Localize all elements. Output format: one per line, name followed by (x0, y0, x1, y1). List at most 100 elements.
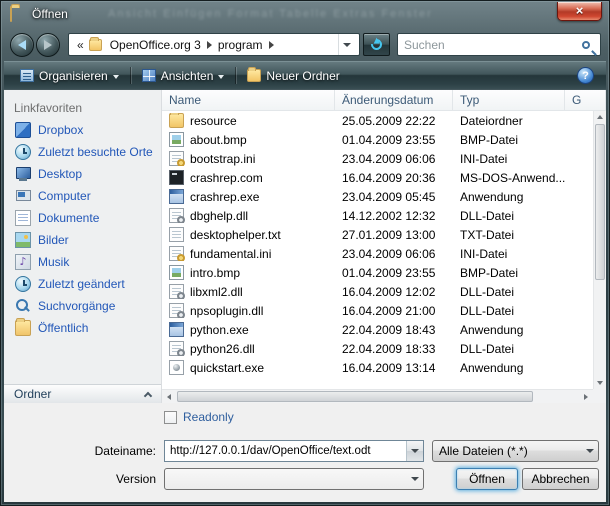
close-button[interactable]: × (557, 2, 602, 21)
breadcrumb-segment-openoffice[interactable]: OpenOffice.org 3 (105, 38, 206, 52)
sidebar-item-documents[interactable]: Dokumente (4, 207, 161, 229)
search-placeholder: Suchen (404, 38, 582, 52)
dll-file-icon (169, 303, 184, 318)
title-bar[interactable]: Öffnen Ansicht Einfügen Format Tabelle E… (0, 0, 610, 28)
table-row[interactable]: desktophelper.txt27.01.2009 13:00TXT-Dat… (162, 225, 593, 244)
cancel-button[interactable]: Abbrechen (522, 468, 599, 490)
table-row[interactable]: python.exe22.04.2009 18:43Anwendung (162, 320, 593, 339)
organize-label: Organisieren (39, 69, 108, 83)
toolbar-separator (235, 67, 236, 84)
scroll-down-button[interactable] (594, 377, 606, 389)
version-combobox[interactable] (164, 468, 424, 490)
help-button[interactable]: ? (577, 67, 594, 84)
file-name-cell[interactable]: dbghelp.dll (162, 208, 335, 223)
sidebar-item-recent-places[interactable]: Zuletzt besuchte Orte (4, 141, 161, 163)
sidebar-item-dropbox[interactable]: Dropbox (4, 119, 161, 141)
search-icon[interactable] (582, 41, 590, 49)
column-header-date[interactable]: Änderungsdatum (335, 90, 453, 110)
ini-file-icon (169, 246, 184, 261)
readonly-checkbox[interactable] (164, 411, 177, 424)
readonly-label[interactable]: Readonly (183, 410, 234, 424)
dll-file-icon (169, 208, 184, 223)
filename-combobox[interactable]: http://127.0.0.1/dav/OpenOffice/text.odt (164, 440, 424, 462)
filename-value[interactable]: http://127.0.0.1/dav/OpenOffice/text.odt (165, 445, 406, 457)
horizontal-scrollbar[interactable] (162, 389, 593, 403)
file-name-cell[interactable]: fundamental.ini (162, 246, 335, 261)
open-button[interactable]: Öffnen (456, 468, 518, 490)
folders-expander[interactable]: Ordner (4, 384, 161, 403)
search-input[interactable]: Suchen (397, 33, 601, 56)
sidebar-item-pictures[interactable]: Bilder (4, 229, 161, 251)
refresh-button[interactable] (363, 33, 390, 56)
horizontal-scroll-thumb[interactable] (177, 391, 533, 402)
file-name-cell[interactable]: crashrep.com (162, 170, 335, 185)
file-name-cell[interactable]: intro.bmp (162, 265, 335, 280)
scroll-right-button[interactable] (579, 390, 593, 403)
table-row[interactable]: crashrep.com16.04.2009 20:36MS-DOS-Anwen… (162, 168, 593, 187)
back-button[interactable] (10, 33, 34, 57)
file-date-cell: 22.04.2009 18:43 (335, 323, 453, 337)
scroll-up-button[interactable] (594, 111, 606, 123)
file-name-cell[interactable]: desktophelper.txt (162, 227, 335, 242)
file-date-cell: 14.12.2002 12:32 (335, 209, 453, 223)
organize-button[interactable]: Organisieren (12, 65, 127, 87)
file-date-cell: 16.04.2009 13:14 (335, 361, 453, 375)
table-row[interactable]: dbghelp.dll14.12.2002 12:32DLL-Datei (162, 206, 593, 225)
chevron-down-icon (113, 75, 119, 79)
file-name-cell[interactable]: libxml2.dll (162, 284, 335, 299)
sidebar-item-searches[interactable]: Suchvorgänge (4, 295, 161, 317)
filetype-dropdown-button[interactable] (582, 449, 598, 453)
version-dropdown-button[interactable] (407, 477, 423, 481)
file-type-cell: TXT-Datei (453, 228, 565, 242)
sidebar-item-computer[interactable]: Computer (4, 185, 161, 207)
file-name-cell[interactable]: npsoplugin.dll (162, 303, 335, 318)
breadcrumb-separator-icon[interactable] (207, 41, 212, 49)
filetype-combobox[interactable]: Alle Dateien (*.*) (432, 440, 599, 462)
column-header-name[interactable]: Name (162, 90, 335, 110)
file-name-cell[interactable]: quickstart.exe (162, 360, 335, 375)
new-folder-label: Neuer Ordner (266, 69, 339, 83)
file-type-cell: DLL-Datei (453, 285, 565, 299)
table-row[interactable]: about.bmp01.04.2009 23:55BMP-Datei (162, 130, 593, 149)
file-name: quickstart.exe (190, 361, 264, 375)
address-bar[interactable]: « OpenOffice.org 3 program (68, 33, 360, 56)
table-row[interactable]: fundamental.ini23.04.2009 06:06INI-Datei (162, 244, 593, 263)
table-row[interactable]: resource25.05.2009 22:22Dateiordner (162, 111, 593, 130)
table-row[interactable]: intro.bmp01.04.2009 23:55BMP-Datei (162, 263, 593, 282)
folder-file-icon (169, 113, 184, 128)
ini-file-icon (169, 151, 184, 166)
table-row[interactable]: bootstrap.ini23.04.2009 06:06INI-Datei (162, 149, 593, 168)
file-name-cell[interactable]: python.exe (162, 322, 335, 337)
file-name-cell[interactable]: resource (162, 113, 335, 128)
new-folder-button[interactable]: Neuer Ordner (239, 65, 347, 87)
search-icon (15, 298, 31, 314)
sidebar-item-label: Desktop (38, 167, 82, 181)
computer-icon (15, 188, 31, 204)
breadcrumb-separator-icon[interactable] (269, 41, 274, 49)
sidebar-item-music[interactable]: Musik (4, 251, 161, 273)
breadcrumb-segment-program[interactable]: program (213, 38, 268, 52)
breadcrumb-overflow-chevron[interactable]: « (73, 38, 88, 52)
vertical-scrollbar[interactable] (593, 111, 606, 389)
dll-file-icon (169, 284, 184, 299)
table-row[interactable]: python26.dll22.04.2009 18:33DLL-Datei (162, 339, 593, 358)
column-header-size[interactable]: G (565, 90, 606, 110)
table-row[interactable]: crashrep.exe23.04.2009 05:45Anwendung (162, 187, 593, 206)
sidebar-item-recently-changed[interactable]: Zuletzt geändert (4, 273, 161, 295)
vertical-scroll-thumb[interactable] (595, 124, 605, 280)
scroll-left-button[interactable] (162, 390, 176, 403)
sidebar-item-public[interactable]: Öffentlich (4, 317, 161, 339)
column-header-type[interactable]: Typ (453, 90, 565, 110)
file-name-cell[interactable]: about.bmp (162, 132, 335, 147)
table-row[interactable]: npsoplugin.dll16.04.2009 21:00DLL-Datei (162, 301, 593, 320)
address-history-dropdown[interactable] (338, 34, 355, 55)
file-name-cell[interactable]: crashrep.exe (162, 189, 335, 204)
filename-dropdown-button[interactable] (406, 441, 423, 461)
table-row[interactable]: quickstart.exe16.04.2009 13:14Anwendung (162, 358, 593, 377)
sidebar-item-desktop[interactable]: Desktop (4, 163, 161, 185)
file-name-cell[interactable]: bootstrap.ini (162, 151, 335, 166)
views-button[interactable]: Ansichten (134, 65, 233, 87)
table-row[interactable]: libxml2.dll16.04.2009 12:02DLL-Datei (162, 282, 593, 301)
file-name-cell[interactable]: python26.dll (162, 341, 335, 356)
forward-button[interactable] (36, 33, 60, 57)
